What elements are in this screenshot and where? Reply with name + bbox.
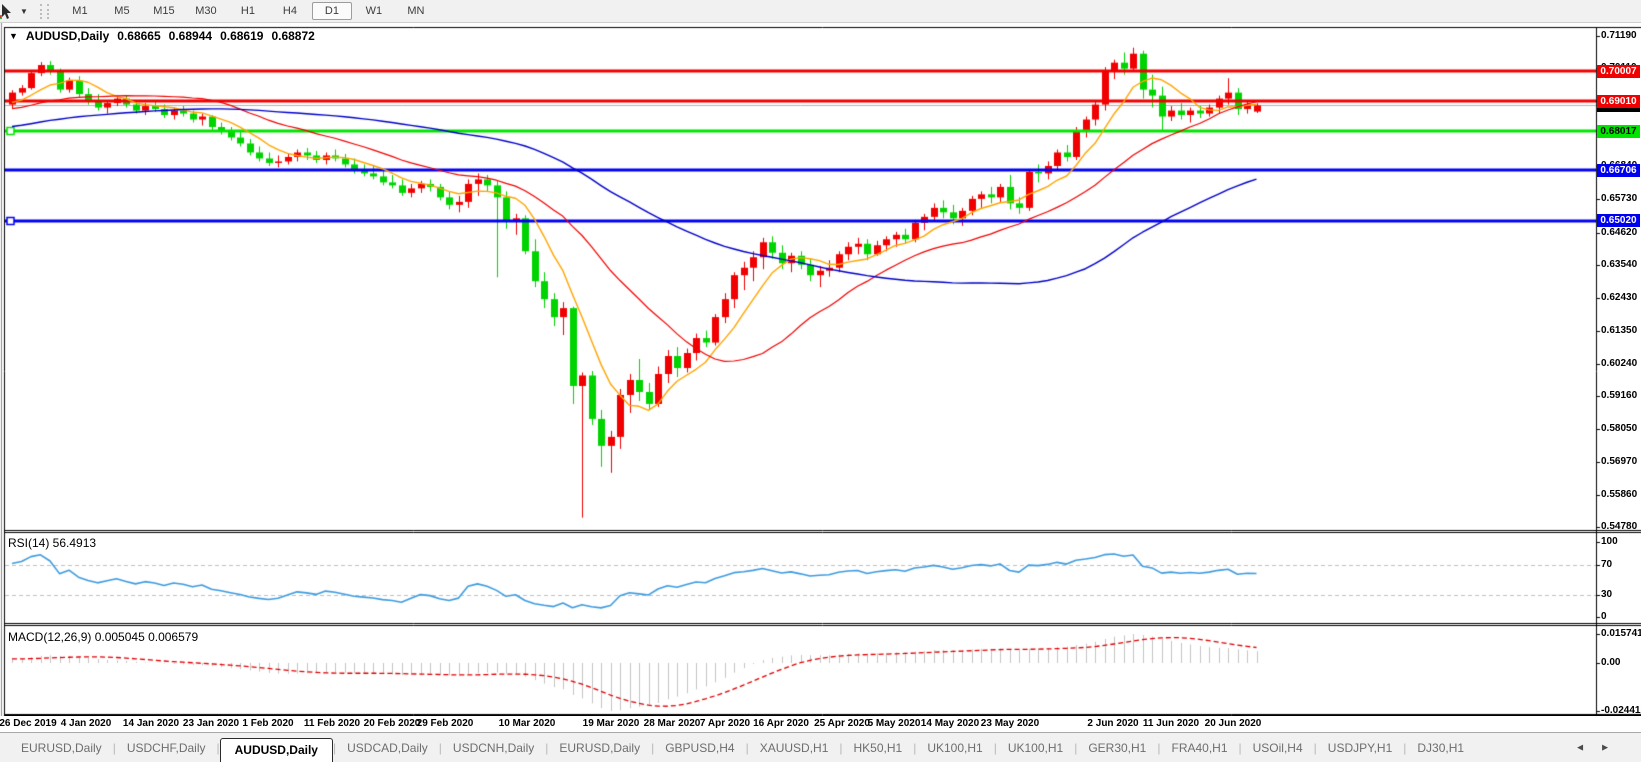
rsi-tick-label: 100 — [1601, 536, 1618, 547]
chart-tab-audusd-daily[interactable]: AUDUSD,Daily — [219, 738, 333, 762]
price-tick-label: 0.58050 — [1601, 423, 1638, 435]
ohlc-open: 0.68665 — [117, 29, 161, 43]
price-tick-label: 0.65730 — [1601, 193, 1638, 205]
timeframe-m30-button[interactable]: M30 — [186, 2, 226, 20]
chart-tab-bar: EURUSD,Daily | USDCHF,Daily | AUDUSD,Daily | U… — [0, 732, 1641, 762]
date-axis: 26 Dec 2019 4 Jan 2020 14 Jan 2020 23 Jan 2… — [0, 716, 1596, 732]
date-label: 10 Mar 2020 — [498, 718, 556, 729]
toolbar-dropdown-caret[interactable]: ▼ — [20, 7, 28, 16]
date-label: 14 Jan 2020 — [122, 718, 180, 729]
date-label: 5 May 2020 — [867, 718, 921, 729]
chart-tab-usoil-h4[interactable]: USOil,H4 — [1242, 741, 1314, 755]
chart-tab-usdchf-daily[interactable]: USDCHF,Daily — [116, 741, 217, 755]
price-tick-label: 0.60240 — [1601, 357, 1638, 369]
price-tick-label: 0.71190 — [1601, 30, 1637, 42]
chart-tab-usdjpy-h1[interactable]: USDJPY,H1 — [1317, 741, 1403, 755]
support-tag: 0.65020 — [1597, 214, 1640, 227]
chart-tab-xauusd-h1[interactable]: XAUUSD,H1 — [749, 741, 840, 755]
timeframe-h4-button[interactable]: H4 — [270, 2, 310, 20]
timeframe-m1-button[interactable]: M1 — [60, 2, 100, 20]
chart-tab-usdcnh-daily[interactable]: USDCNH,Daily — [442, 741, 545, 755]
chart-title: ▼ AUDUSD,Daily 0.68665 0.68944 0.68619 0… — [9, 29, 315, 43]
chart-tab-dj30-h1[interactable]: DJ30,H1 — [1406, 741, 1475, 755]
date-label: 1 Feb 2020 — [242, 718, 294, 729]
date-label: 23 Jan 2020 — [182, 718, 240, 729]
rsi-tick-label: 70 — [1601, 558, 1613, 570]
chart-tab-ger30-h1[interactable]: GER30,H1 — [1077, 741, 1157, 755]
rsi-indicator-label: RSI(14) 56.4913 — [8, 536, 97, 550]
timeframe-buttons: M1 M5 M15 M30 H1 H4 D1 W1 MN — [59, 2, 437, 20]
date-label: 29 Feb 2020 — [416, 718, 474, 729]
toolbar-grip[interactable] — [39, 3, 49, 19]
chart-tab-eurusd-daily[interactable]: EURUSD,Daily — [10, 741, 113, 755]
chart-tab-uk100-h1[interactable]: UK100,H1 — [997, 741, 1074, 755]
timeframe-mn-button[interactable]: MN — [396, 2, 436, 20]
timeframe-m15-button[interactable]: M15 — [144, 2, 184, 20]
date-label: 7 Apr 2020 — [699, 718, 751, 729]
date-label: 28 Mar 2020 — [643, 718, 701, 729]
timeframe-h1-button[interactable]: H1 — [228, 2, 268, 20]
tab-scroll-left-button[interactable]: ◄ — [1575, 742, 1585, 753]
date-label: 11 Feb 2020 — [303, 718, 361, 729]
cursor-tool-icon[interactable] — [0, 3, 14, 20]
support-tag: 0.68017 — [1597, 125, 1640, 138]
ohlc-close: 0.68872 — [271, 29, 315, 43]
resistance-tag: 0.69010 — [1597, 95, 1640, 108]
price-tick-label: 0.63540 — [1601, 259, 1638, 271]
date-label: 23 May 2020 — [980, 718, 1040, 729]
date-label: 2 Jun 2020 — [1087, 718, 1139, 729]
ohlc-low: 0.68619 — [220, 29, 264, 43]
price-tick-label: 0.64620 — [1601, 226, 1638, 238]
macd-tick-label: 0.015741 — [1601, 628, 1641, 639]
chart-tab-usdcad-daily[interactable]: USDCAD,Daily — [336, 741, 439, 755]
chart-tab-uk100-h1[interactable]: UK100,H1 — [916, 741, 993, 755]
date-label: 11 Jun 2020 — [1142, 718, 1200, 729]
chart-tab-hk50-h1[interactable]: HK50,H1 — [843, 741, 914, 755]
date-label: 26 Dec 2019 — [0, 718, 57, 729]
date-label: 14 May 2020 — [920, 718, 980, 729]
price-tick-label: 0.59160 — [1601, 390, 1638, 402]
date-label: 20 Jun 2020 — [1204, 718, 1262, 729]
rsi-tick-label: 0 — [1601, 611, 1607, 622]
chart-canvas[interactable] — [0, 22, 1641, 716]
macd-indicator-label: MACD(12,26,9) 0.005045 0.006579 — [8, 630, 199, 644]
timeframe-w1-button[interactable]: W1 — [354, 2, 394, 20]
ohlc-high: 0.68944 — [168, 29, 213, 43]
date-label: 16 Apr 2020 — [753, 718, 809, 729]
price-tick-label: 0.61350 — [1601, 324, 1638, 336]
tab-scroll-right-button[interactable]: ► — [1600, 742, 1610, 753]
price-tick-label: 0.54780 — [1601, 521, 1638, 533]
price-tick-label: 0.55860 — [1601, 488, 1638, 500]
price-tick-label: 0.62430 — [1601, 292, 1638, 304]
chart-tab-eurusd-daily[interactable]: EURUSD,Daily — [548, 741, 651, 755]
resistance-tag: 0.70007 — [1597, 65, 1640, 78]
chart-symbol-label: AUDUSD,Daily — [25, 29, 110, 43]
chart-tab-fra40-h1[interactable]: FRA40,H1 — [1160, 741, 1238, 755]
chart-tab-gbpusd-h4[interactable]: GBPUSD,H4 — [654, 741, 745, 755]
macd-tick-label: -0.024412 — [1601, 705, 1641, 716]
timeframe-toolbar: ▼ M1 M5 M15 M30 H1 H4 D1 W1 MN — [0, 0, 1641, 23]
timeframe-d1-button[interactable]: D1 — [311, 2, 352, 20]
price-tick-label: 0.56970 — [1601, 455, 1638, 467]
date-label: 19 Mar 2020 — [582, 718, 640, 729]
rsi-tick-label: 30 — [1601, 588, 1613, 600]
support-tag: 0.66706 — [1597, 164, 1640, 177]
macd-tick-label: 0.00 — [1601, 657, 1621, 668]
chart-collapse-icon[interactable]: ▼ — [9, 31, 18, 41]
date-label: 4 Jan 2020 — [60, 718, 112, 729]
date-label: 20 Feb 2020 — [363, 718, 421, 729]
trading-platform-window: ▼ M1 M5 M15 M30 H1 H4 D1 W1 MN ▼ AUDUSD,Daily 0.… — [0, 0, 1641, 762]
date-label: 25 Apr 2020 — [814, 718, 870, 729]
timeframe-m5-button[interactable]: M5 — [102, 2, 142, 20]
